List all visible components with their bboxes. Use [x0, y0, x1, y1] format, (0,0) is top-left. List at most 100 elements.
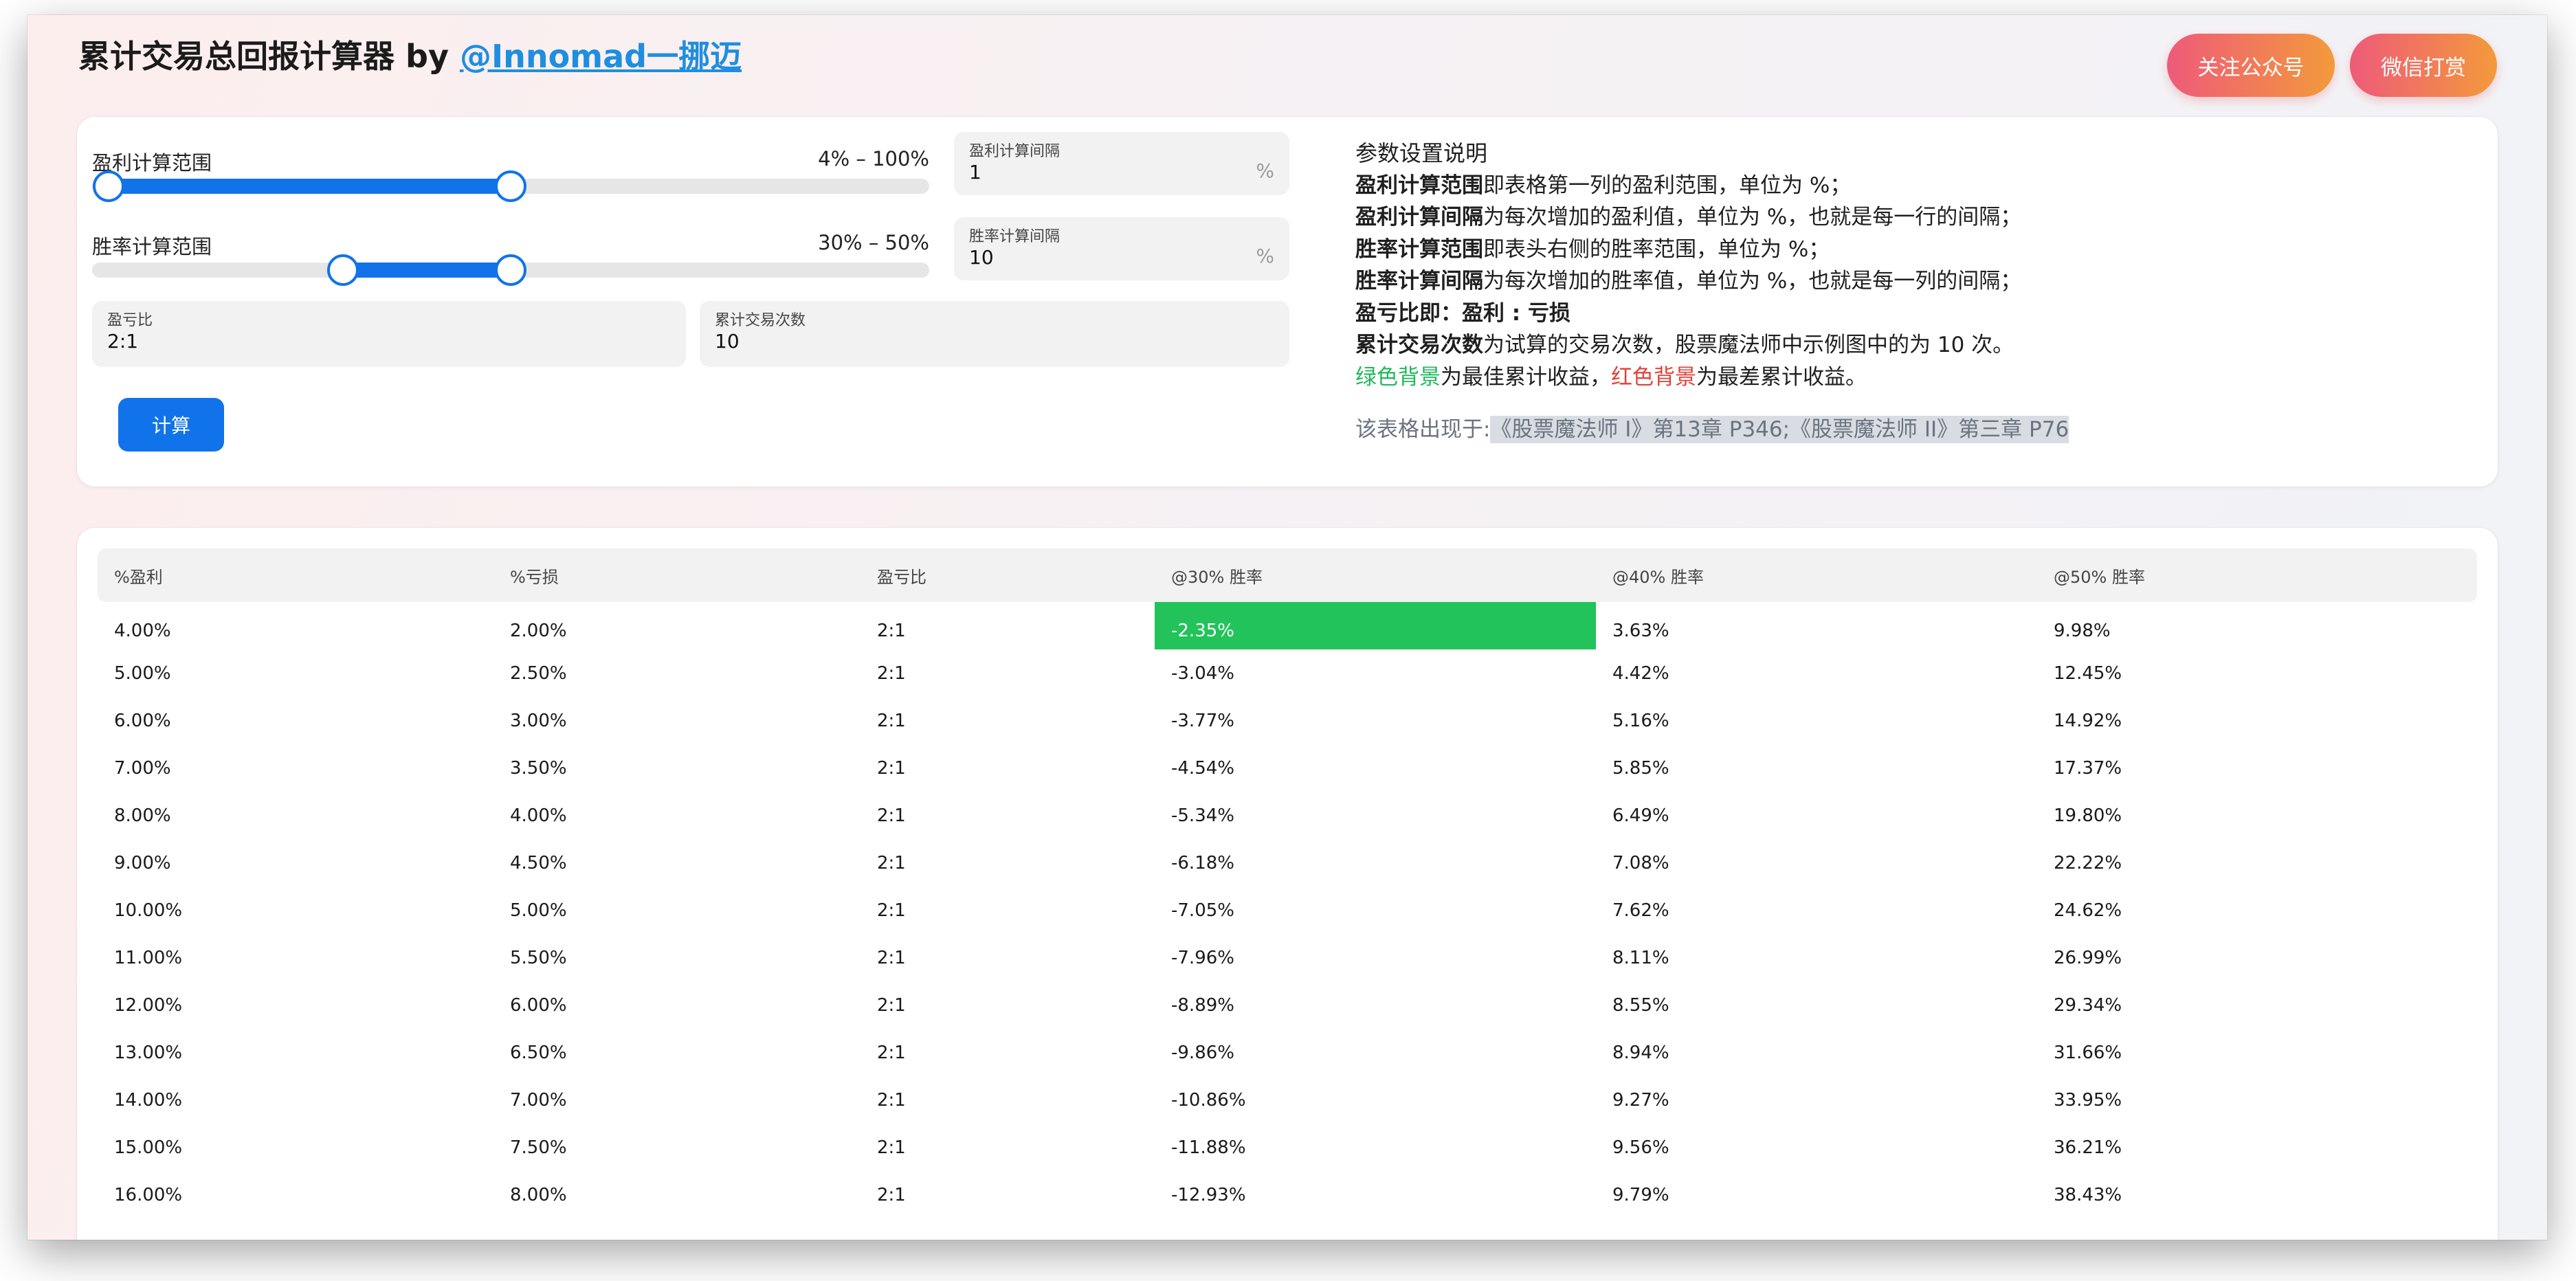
- table-cell: 36.21%: [2054, 1137, 2122, 1158]
- table-cell: 7.00%: [114, 757, 171, 779]
- table-cell: 29.34%: [2054, 994, 2122, 1016]
- help-line: 盈利计算间隔为每次增加的盈利值，单位为 %，也就是每一行的间隔；: [1355, 201, 2455, 234]
- help-desc: 即表头右侧的胜率范围，单位为 %；: [1483, 236, 1830, 262]
- table-cell: 2:1: [877, 900, 906, 921]
- table-cell: 8.94%: [1612, 1042, 1669, 1063]
- table-cell: 2.00%: [510, 620, 567, 641]
- page-title: 累计交易总回报计算器 by @Innomad一挪迈: [78, 32, 742, 77]
- profit-range-max-handle[interactable]: [495, 170, 526, 202]
- table-cell: 7.08%: [1612, 852, 1669, 873]
- table-cell: 31.66%: [2054, 1042, 2122, 1063]
- table-row: 8.00% 4.00% 2:1 -5.34% 6.49% 19.80%: [98, 792, 2477, 839]
- help-desc: 为试算的交易次数，股票魔法师中示例图中的为 10 次。: [1483, 333, 2014, 357]
- table-cell: 38.43%: [2054, 1184, 2122, 1205]
- winrate-range-slider[interactable]: [92, 254, 929, 286]
- table-cell: 14.92%: [2054, 710, 2122, 731]
- table-cell: 24.62%: [2054, 900, 2122, 921]
- table-cell: 8.55%: [1612, 994, 1669, 1016]
- calculate-button[interactable]: 计算: [118, 398, 224, 452]
- help-term: 胜率计算间隔: [1355, 269, 1483, 293]
- winrate-step-unit: %: [1256, 245, 1274, 267]
- source-note: 该表格出现于:《股票魔法师 I》第13章 P346;《股票魔法师 II》第三章 …: [1355, 414, 2455, 446]
- table-cell: 2:1: [877, 1137, 906, 1158]
- table-body: 4.00% 2.00% 2:1 -2.35% 3.63% 9.98% 5.00% 2.50% 2…: [98, 602, 2477, 1218]
- table-cell: 11.00%: [114, 947, 183, 968]
- table-row: 5.00% 2.50% 2:1 -3.04% 4.42% 12.45%: [98, 649, 2477, 697]
- help-term: 盈利计算间隔: [1355, 205, 1483, 230]
- table-cell: 10.00%: [114, 900, 183, 921]
- table-cell: 4.42%: [1612, 662, 1669, 684]
- table-cell: 12.00%: [114, 994, 183, 1016]
- table-cell: -3.04%: [1171, 662, 1234, 684]
- table-cell: 2:1: [877, 620, 906, 641]
- help-term: 胜率计算范围: [1355, 236, 1483, 262]
- winrate-range-max-handle[interactable]: [495, 254, 526, 286]
- help-desc: 为每次增加的胜率值，单位为 %，也就是每一列的间隔；: [1483, 269, 2022, 293]
- ratio-label: 盈亏比: [107, 312, 153, 329]
- help-title: 参数设置说明: [1355, 140, 1488, 166]
- help-term: 盈利计算范围: [1355, 172, 1483, 198]
- table-row: 10.00% 5.00% 2:1 -7.05% 7.62% 24.62%: [98, 887, 2477, 934]
- table-row: 16.00% 8.00% 2:1 -12.93% 9.79% 38.43%: [98, 1171, 2477, 1218]
- table-cell: -7.96%: [1171, 947, 1234, 968]
- help-term: 盈亏比即：盈利 : 亏损: [1355, 300, 1570, 326]
- table-cell: 9.56%: [1612, 1137, 1669, 1158]
- table-cell: -8.89%: [1171, 994, 1234, 1016]
- column-header: %亏损: [510, 567, 559, 587]
- column-header: @30% 胜率: [1171, 567, 1263, 587]
- help-line: 胜率计算间隔为每次增加的胜率值，单位为 %，也就是每一列的间隔；: [1355, 265, 2455, 298]
- ratio-field[interactable]: 盈亏比 2:1: [92, 301, 686, 367]
- column-header: 盈亏比: [877, 567, 926, 587]
- table-cell: 5.00%: [510, 900, 567, 921]
- table-cell: 9.98%: [2054, 620, 2111, 641]
- table-cell: 3.63%: [1612, 620, 1669, 641]
- table-row: 9.00% 4.50% 2:1 -6.18% 7.08% 22.22%: [98, 839, 2477, 887]
- help-desc: 为最佳累计收益，: [1441, 364, 1611, 390]
- winrate-range-min-handle[interactable]: [327, 254, 359, 286]
- trades-field[interactable]: 累计交易次数 10: [700, 301, 1289, 367]
- profit-step-input[interactable]: 1: [969, 161, 981, 183]
- source-prefix: 该表格出现于:: [1355, 417, 1491, 442]
- table-cell: 19.80%: [2054, 805, 2122, 826]
- table-row: 12.00% 6.00% 2:1 -8.89% 8.55% 29.34%: [98, 981, 2477, 1029]
- winrate-range-fill: [343, 263, 511, 278]
- table-cell: 4.00%: [510, 805, 567, 826]
- table-cell: -3.77%: [1171, 710, 1234, 731]
- table-cell: 3.00%: [510, 710, 567, 731]
- column-header: @50% 胜率: [2054, 567, 2145, 587]
- worst-legend: 红色背景: [1611, 364, 1696, 390]
- table-row: 4.00% 2.00% 2:1 -2.35% 3.63% 9.98%: [98, 602, 2477, 649]
- table-cell: 2:1: [877, 1184, 906, 1205]
- follow-account-button[interactable]: 关注公众号: [2167, 34, 2335, 97]
- profit-range-min-handle[interactable]: [93, 170, 125, 202]
- help-line: 盈亏比即：盈利 : 亏损: [1355, 298, 2455, 330]
- column-header: @40% 胜率: [1612, 567, 1704, 587]
- wechat-tip-button[interactable]: 微信打赏: [2350, 34, 2497, 97]
- table-cell: 6.50%: [510, 1042, 567, 1063]
- table-cell: 9.27%: [1612, 1089, 1669, 1111]
- winrate-range-label: 胜率计算范围: [92, 235, 212, 258]
- profit-step-field[interactable]: 盈利计算间隔 1 %: [954, 132, 1289, 195]
- table-cell: -2.35%: [1155, 602, 1596, 649]
- results-table: %盈利 %亏损 盈亏比 @30% 胜率 @40% 胜率 @50% 胜率 4.00% 2.00…: [98, 548, 2477, 1218]
- table-cell: 2:1: [877, 1089, 906, 1111]
- trades-input[interactable]: 10: [715, 330, 740, 353]
- settings-panel: 盈利计算范围 4% – 100% 胜率计算范围 30% – 50% 盈利计算间隔…: [77, 117, 2498, 487]
- table-cell: -9.86%: [1171, 1042, 1234, 1063]
- ratio-input[interactable]: 2:1: [107, 330, 138, 353]
- table-cell: 16.00%: [114, 1184, 183, 1205]
- table-cell: 2:1: [877, 757, 906, 779]
- table-cell: -11.88%: [1171, 1137, 1246, 1158]
- author-link[interactable]: @Innomad一挪迈: [460, 38, 742, 75]
- table-cell: 4.00%: [114, 620, 171, 641]
- winrate-step-input[interactable]: 10: [969, 246, 994, 269]
- winrate-step-field[interactable]: 胜率计算间隔 10 %: [954, 217, 1289, 280]
- title-text: 累计交易总回报计算器 by: [78, 38, 460, 75]
- profit-range-slider[interactable]: [92, 170, 929, 202]
- table-cell: 7.62%: [1612, 900, 1669, 921]
- table-row: 13.00% 6.50% 2:1 -9.86% 8.94% 31.66%: [98, 1029, 2477, 1076]
- help-line: 累计交易次数为试算的交易次数，股票魔法师中示例图中的为 10 次。: [1355, 329, 2455, 361]
- help-line: 胜率计算范围即表头右侧的胜率范围，单位为 %；: [1355, 234, 2455, 266]
- table-cell: -12.93%: [1171, 1184, 1246, 1205]
- table-cell: 4.50%: [510, 852, 567, 873]
